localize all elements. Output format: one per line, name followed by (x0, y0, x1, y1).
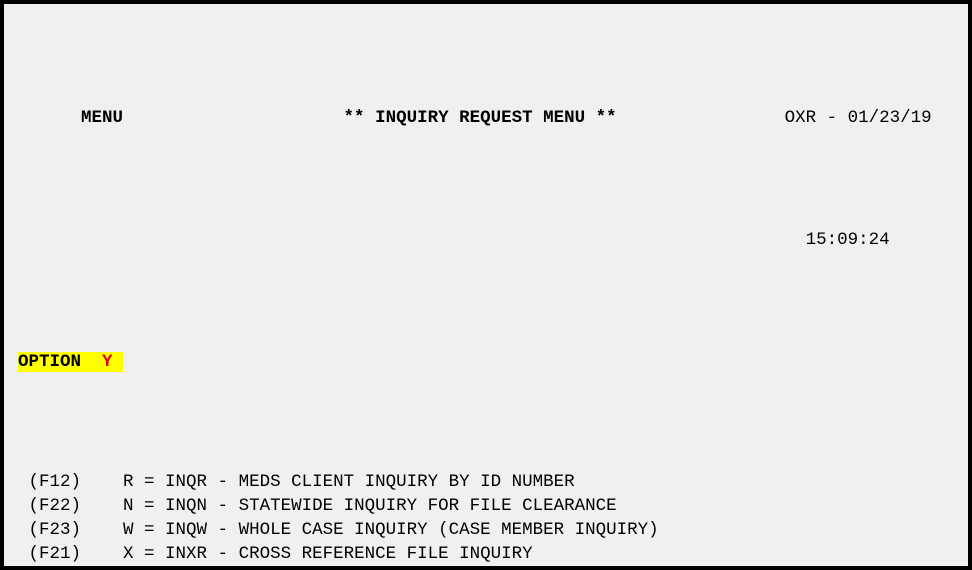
terminal-text-area: MENU ** INQUIRY REQUEST MENU ** OXR - 01… (4, 10, 968, 570)
menu-item-s[interactable]: S = SOCR - SHARE OF COST SPENDDOWN CASE … (4, 566, 968, 570)
menu-item-text: = INQW - WHOLE CASE INQUIRY (CASE MEMBER… (133, 520, 659, 540)
header-line-1: MENU ** INQUIRY REQUEST MENU ** OXR - 01… (4, 106, 968, 132)
menu-item-r[interactable]: (F12) R = INQR - MEDS CLIENT INQUIRY BY … (4, 470, 968, 494)
menu-item-x[interactable]: (F21) X = INXR - CROSS REFERENCE FILE IN… (4, 542, 968, 566)
menu-function-key: (F22) (18, 496, 124, 516)
option-line: OPTION Y (4, 350, 968, 374)
screen-id-label (18, 108, 81, 128)
menu-item-text: = INQR - MEDS CLIENT INQUIRY BY ID NUMBE… (133, 472, 575, 492)
menu-item-text: = INQN - STATEWIDE INQUIRY FOR FILE CLEA… (133, 496, 617, 516)
option-field[interactable]: OPTION Y (18, 352, 124, 372)
menu-function-key: (F12) (18, 472, 124, 492)
page-title: MENU ** INQUIRY REQUEST MENU ** (81, 108, 617, 128)
system-code-date: OXR - 01/23/19 (616, 108, 932, 128)
menu-function-key: (F23) (18, 520, 124, 540)
menu-item-text: = INXR - CROSS REFERENCE FILE INQUIRY (133, 544, 533, 564)
menu-item-w[interactable]: (F23) W = INQW - WHOLE CASE INQUIRY (CAS… (4, 518, 968, 542)
terminal-screen: MENU ** INQUIRY REQUEST MENU ** OXR - 01… (0, 0, 972, 570)
menu-item-n[interactable]: (F22) N = INQN - STATEWIDE INQUIRY FOR F… (4, 494, 968, 518)
option-value[interactable]: Y (102, 352, 113, 372)
menu-item-code[interactable]: W (123, 520, 134, 540)
menu-function-key: (F21) (18, 544, 124, 564)
header-line-2: 15:09:24 (4, 228, 968, 254)
menu-option-list: (F12) R = INQR - MEDS CLIENT INQUIRY BY … (4, 470, 968, 570)
menu-item-code[interactable]: X (123, 544, 134, 564)
header-time: 15:09:24 (18, 230, 890, 250)
menu-item-code[interactable]: N (123, 496, 134, 516)
option-label: OPTION (18, 352, 82, 372)
menu-item-code[interactable]: R (123, 472, 134, 492)
